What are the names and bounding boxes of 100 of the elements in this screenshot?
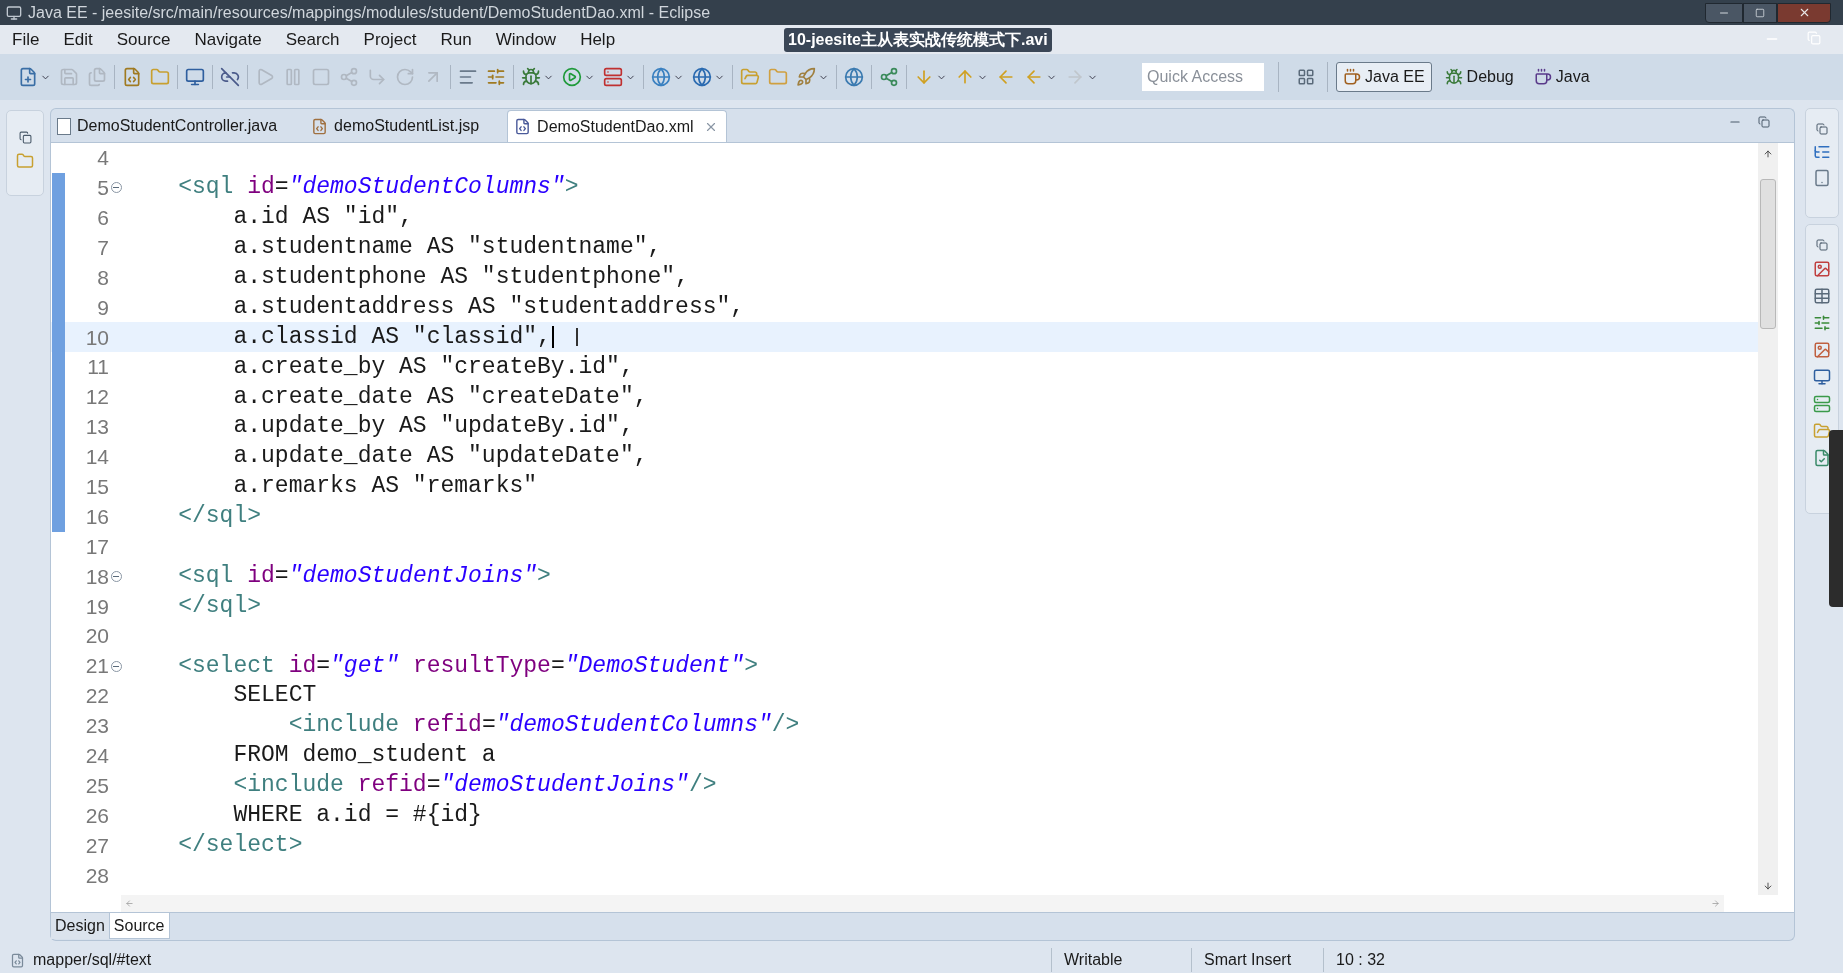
code-line: a.classid AS "classid", [232, 325, 551, 349]
pause-icon [283, 67, 303, 87]
restore-icon[interactable] [1816, 123, 1828, 135]
status-path: mapper/sql/#text [33, 950, 153, 970]
file-icon [311, 117, 329, 135]
rocket-icon [796, 67, 816, 87]
menu-item[interactable]: Project [351, 26, 429, 53]
xml-file-icon [514, 118, 532, 135]
scroll-right-icon[interactable] [1711, 899, 1720, 908]
code-line: </sql> [177, 505, 262, 529]
line-number: 20 [84, 623, 109, 650]
save-icon [59, 67, 79, 87]
restore-icon[interactable] [1758, 116, 1770, 128]
test-icon[interactable] [1813, 449, 1831, 467]
maximize-icon [1755, 7, 1765, 18]
editor-mode-tab[interactable]: Design [51, 913, 109, 939]
table-icon[interactable] [1813, 287, 1831, 305]
code-line: a.studentname AS "studentname", [232, 236, 662, 260]
vertical-scrollbar[interactable] [1758, 143, 1778, 895]
horizontal-scrollbar[interactable] [121, 895, 1724, 912]
tree-icon[interactable] [1813, 143, 1831, 161]
menu-item[interactable]: Help [568, 26, 628, 53]
menu-item[interactable]: Window [483, 26, 569, 53]
line-number: 23 [84, 713, 109, 740]
editor-tab[interactable]: demoStudentList.jsp [305, 110, 488, 142]
line-number: 26 [84, 802, 109, 829]
globe-icon [844, 67, 864, 87]
image-icon[interactable] [1813, 260, 1831, 278]
code-line: <sql id="demoStudentColumns"> [177, 176, 579, 200]
menu-item[interactable]: File [0, 26, 52, 53]
line-number: 11 [86, 354, 109, 381]
code-line: FROM demo_student a [232, 744, 496, 768]
step-into-icon [367, 67, 387, 87]
editor-tab[interactable]: DemoStudentController.java [51, 110, 286, 142]
quick-access-field[interactable]: Quick Access [1142, 63, 1264, 91]
tool-icon [486, 67, 506, 87]
line-number: 16 [84, 503, 109, 530]
monitor-icon[interactable] [1813, 368, 1831, 386]
disconnect-icon [339, 67, 359, 87]
scroll-down-icon[interactable] [1763, 881, 1773, 891]
status-position: 10 : 32 [1323, 948, 1443, 972]
menu-item[interactable]: Source [104, 26, 183, 53]
code-line: a.id AS "id", [232, 206, 413, 230]
step-over-icon [395, 67, 415, 87]
video-side-handle[interactable] [1829, 430, 1843, 607]
line-number: 14 [84, 444, 109, 471]
text-cursor [551, 326, 554, 349]
editor-tab[interactable]: DemoStudentDao.xml [507, 110, 727, 142]
folder-icon [740, 67, 760, 87]
window-title: Java EE - jeesite/src/main/resources/mappings/modules/student/DemoStudentDao.xml - Eclipse [28, 2, 711, 23]
code-line: a.create_by AS "createBy.id", [232, 355, 634, 379]
close-button[interactable] [1777, 2, 1831, 23]
web-icon [692, 67, 712, 87]
code-line: a.studentphone AS "studentphone", [232, 266, 689, 289]
code-line: <sql id="demoStudentJoins"> [177, 564, 551, 588]
scroll-left-icon[interactable] [125, 899, 134, 908]
perspective-button[interactable]: Debug [1437, 62, 1521, 92]
status-insert: Smart Insert [1191, 948, 1323, 972]
editor-mode-tab[interactable]: Source [108, 913, 170, 939]
folder-icon [150, 67, 170, 87]
code-line: <include refid="demoStudentColumns"/> [287, 714, 800, 738]
code-line: a.create_date AS "createDate", [232, 385, 648, 409]
device-icon[interactable] [1813, 169, 1831, 187]
perspective-icon [1533, 68, 1552, 86]
code-line: <select id="get" resultType="DemoStudent"> [177, 654, 758, 678]
line-number: 27 [84, 832, 109, 859]
perspective-button[interactable]: Java [1526, 62, 1597, 92]
new-file-icon [18, 67, 38, 87]
line-number: 24 [84, 743, 109, 769]
perspective-button[interactable]: Java EE [1336, 62, 1432, 92]
line-number: 6 [96, 205, 109, 231]
folder-icon[interactable] [1813, 422, 1831, 440]
menu-item[interactable]: Search [273, 26, 352, 53]
save-all-icon [87, 67, 107, 87]
share-icon [879, 67, 899, 87]
bug-icon [521, 67, 541, 87]
line-number: 17 [84, 533, 109, 560]
code-line: SELECT [232, 684, 317, 708]
maximize-button[interactable] [1743, 2, 1777, 23]
menu-item[interactable]: Navigate [182, 26, 274, 53]
code-line: WHERE a.id = #{id} [232, 804, 482, 828]
line-number: 22 [84, 683, 109, 710]
line-number: 8 [96, 264, 109, 291]
line-number: 28 [84, 862, 109, 889]
restore-icon[interactable] [18, 131, 32, 144]
unlink-icon [220, 67, 240, 87]
menu-item[interactable]: Edit [51, 26, 105, 53]
menu-item[interactable]: Run [428, 26, 484, 53]
scroll-thumb[interactable] [1760, 179, 1776, 329]
line-number: 5 [96, 175, 109, 202]
monitor-icon [185, 67, 205, 87]
server-icon[interactable] [1813, 395, 1831, 413]
sliders-icon[interactable] [1813, 314, 1831, 332]
line-number: 25 [84, 772, 109, 799]
code-line: <include refid="demoStudentJoins"/> [232, 774, 717, 798]
code-line: a.update_date AS "updateDate", [232, 445, 648, 469]
restore-icon[interactable] [1816, 239, 1828, 251]
image-icon[interactable] [1813, 341, 1831, 359]
scroll-up-icon[interactable] [1763, 149, 1773, 159]
line-number: 21 [84, 653, 109, 680]
